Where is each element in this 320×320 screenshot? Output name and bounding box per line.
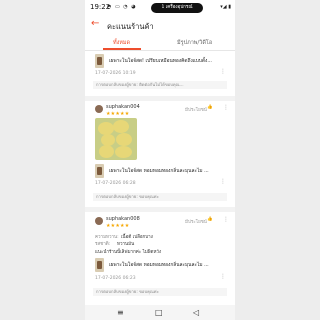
signal-battery-icon: ▾◢ ▮ (220, 4, 231, 10)
star-rating: ★★★★★ (106, 111, 130, 117)
product-thumbnail[interactable] (95, 164, 104, 178)
reviewer-username: suphakan008 (106, 216, 140, 222)
attribute-value: หวานมัน (117, 242, 135, 247)
app-window: 19:22 ◓ ▭ ◔ ◕ 1 เครื่องอุปกรณ์ ▾◢ ▮ ← คะ… (85, 0, 235, 320)
thumbs-up-icon[interactable]: 👍 (207, 105, 213, 110)
review-tabs: ทั้งหมด มีรูปภาพ/วิดีโอ (85, 36, 235, 51)
product-thumbnail[interactable] (95, 54, 104, 68)
review-text: เผพาะโนโอจ์สด หอมหอมทองกลิ่นละมุนละไม ..… (109, 263, 209, 268)
seller-reply: การตอบกลับของผู้ขาย: ขอบคุณค่ะ (93, 193, 227, 201)
review-date: 17-07-2026 06:23 (95, 276, 136, 281)
active-tab-indicator (103, 48, 141, 50)
status-icons: ◓ ▭ ◔ ◕ (107, 4, 137, 10)
more-options-icon[interactable]: ⋮ (220, 178, 226, 185)
review-card: เผพาะโนโอจ์สด! เปรียบเหมือนทองคิดถึงแบบด… (85, 51, 235, 96)
attribute-label: รสชาติ: (95, 242, 111, 247)
review-date: 17-07-2026 06:28 (95, 181, 136, 186)
seller-reply: การตอบกลับของผู้ขาย: ขอบคุณค่ะ (93, 288, 227, 296)
helpful-label[interactable]: มีประโยชน์ (185, 106, 207, 113)
header: ← คะแนนร้านค้า (85, 17, 235, 33)
back-arrow-icon[interactable]: ← (91, 18, 99, 29)
more-options-icon[interactable]: ⋮ (220, 273, 226, 280)
attribute-value: เนื้อดี เปลือกบาง (121, 235, 153, 240)
more-options-icon[interactable]: ⋮ (223, 104, 229, 111)
star-rating: ★★★★★ (106, 223, 130, 229)
system-nav-bar: ≡ □ ◁ (85, 305, 235, 320)
more-options-icon[interactable]: ⋮ (220, 68, 226, 75)
page-title: คะแนนร้านค้า (107, 22, 154, 31)
attribute-label: ความหวาน: (95, 235, 119, 240)
product-thumbnail[interactable] (95, 258, 104, 272)
helpful-label[interactable]: มีประโยชน์ (185, 218, 207, 225)
nav-back-icon[interactable]: ◁ (193, 308, 199, 317)
review-text: เผพาะโนโอจ์สด! เปรียบเหมือนทองคิดถึงแบบด… (109, 59, 212, 64)
review-card: suphakan008 ★★★★★ มีประโยชน์ 👍 ⋮ ความหวา… (85, 212, 235, 305)
thumbs-up-icon[interactable]: 👍 (207, 217, 213, 222)
avatar (95, 105, 103, 113)
tab-with-media[interactable]: มีรูปภาพ/วิดีโอ (177, 39, 212, 47)
reviewer-username: suphakan004 (106, 104, 140, 110)
status-bar: 19:22 ◓ ▭ ◔ ◕ 1 เครื่องอุปกรณ์ ▾◢ ▮ (85, 0, 235, 16)
review-photo[interactable] (95, 118, 137, 160)
review-comment: แนะนำร้านนี้เลิฟมากค่ะ ไม่ผิดหวัง (95, 250, 162, 255)
home-icon[interactable]: □ (155, 308, 163, 317)
review-card: suphakan004 ★★★★★ มีประโยชน์ 👍 ⋮ เผพาะโน… (85, 101, 235, 207)
avatar (95, 217, 103, 225)
connected-devices-pill[interactable]: 1 เครื่องอุปกรณ์ (151, 3, 203, 13)
recent-apps-icon[interactable]: ≡ (117, 308, 124, 317)
review-text: เผพาะโนโอจ์สด หอมหอมทองกลิ่นละมุนละไม ..… (109, 169, 209, 174)
seller-reply: การตอบกลับของผู้ขาย: ติดต่อกันไม่ได้ขอบค… (93, 81, 227, 89)
more-options-icon[interactable]: ⋮ (223, 216, 229, 223)
tab-all[interactable]: ทั้งหมด (113, 39, 130, 47)
review-date: 17-07-2026 10:19 (95, 71, 136, 76)
